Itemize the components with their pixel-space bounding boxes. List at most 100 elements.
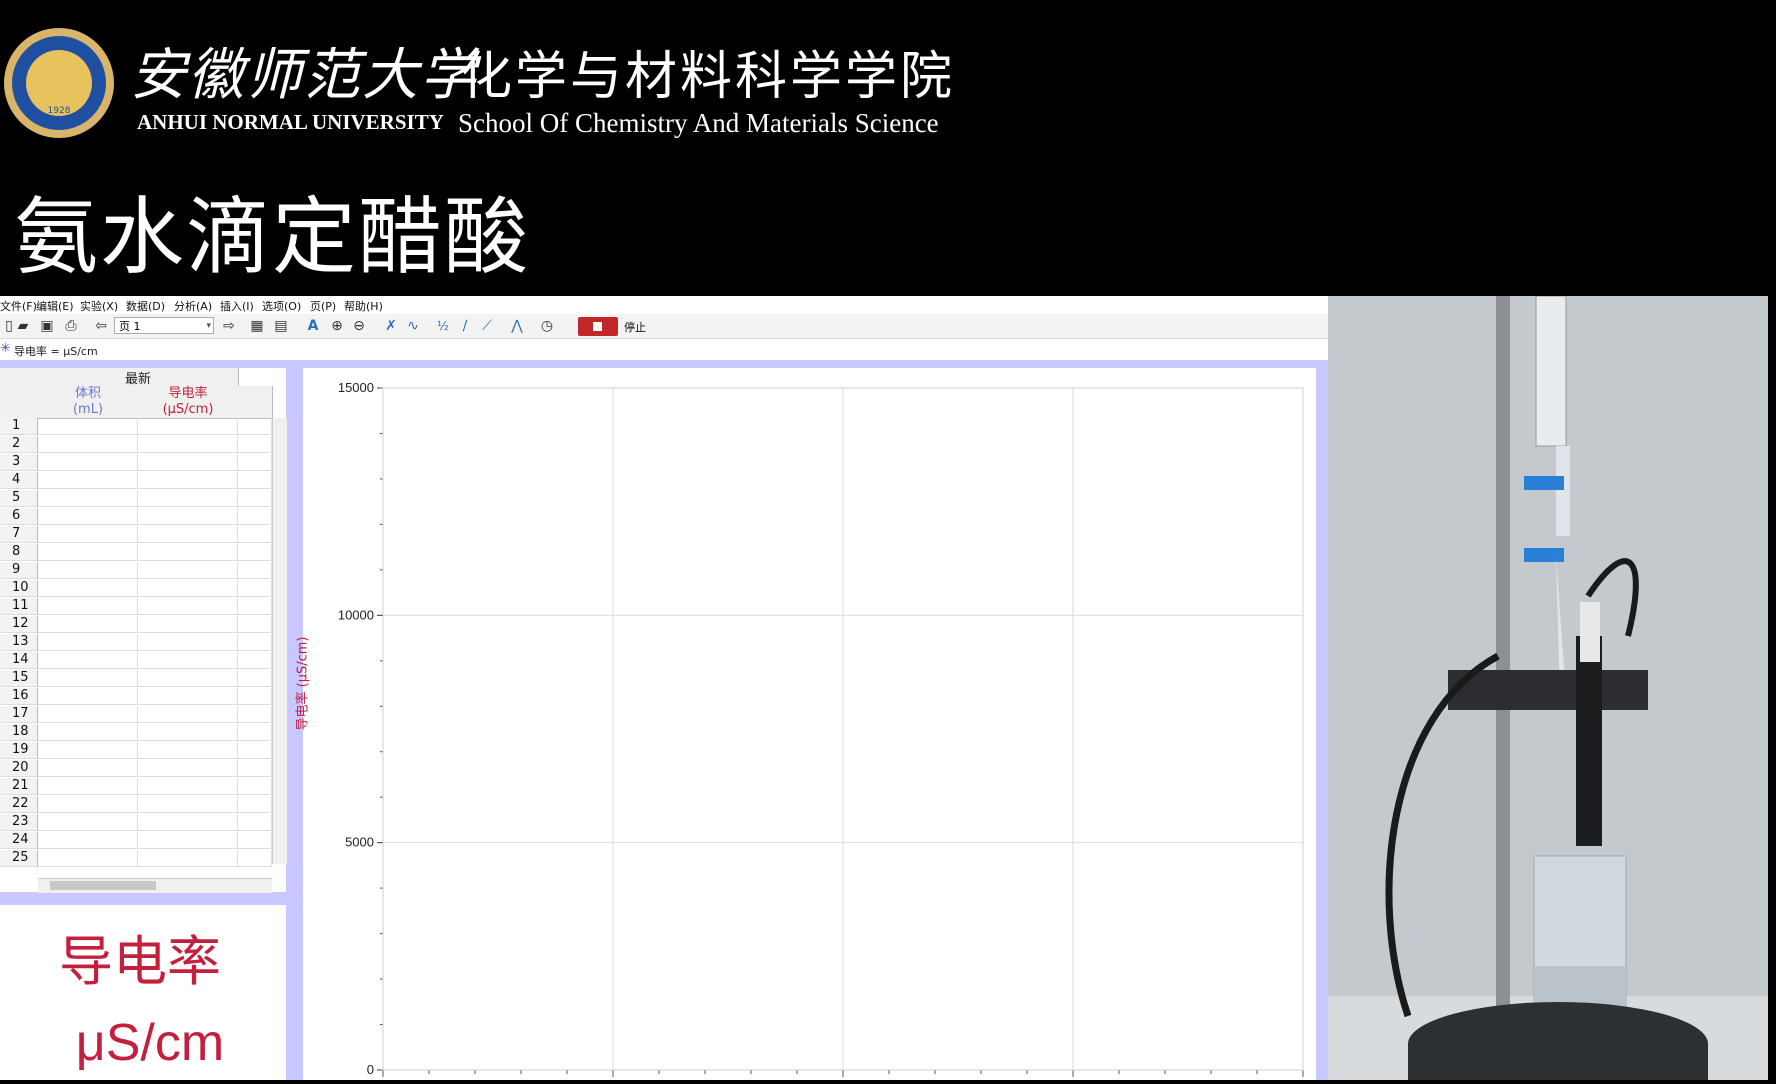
table-cell[interactable] <box>38 418 138 435</box>
table-cell[interactable] <box>238 598 272 615</box>
table-cell[interactable] <box>138 508 238 525</box>
table-cell[interactable] <box>238 562 272 579</box>
table-cell[interactable] <box>138 850 238 867</box>
table-cell[interactable] <box>238 796 272 813</box>
table-cell[interactable] <box>138 688 238 705</box>
table-view-icon[interactable]: ▦ <box>248 317 266 335</box>
menu-edit[interactable]: 编辑(E) <box>36 298 74 314</box>
row-number[interactable]: 12 <box>0 616 38 633</box>
table-cell[interactable] <box>38 742 138 759</box>
linear-fit-icon[interactable]: ⟋ <box>478 317 496 335</box>
statistics-icon[interactable]: ∕ <box>456 317 474 335</box>
horizontal-scrollbar[interactable] <box>38 878 272 893</box>
table-cell[interactable] <box>238 526 272 543</box>
table-cell[interactable] <box>138 832 238 849</box>
table-cell[interactable] <box>238 688 272 705</box>
menu-insert[interactable]: 插入(I) <box>220 298 254 314</box>
table-cell[interactable] <box>138 436 238 453</box>
table-cell[interactable] <box>238 742 272 759</box>
table-cell[interactable] <box>238 670 272 687</box>
table-cell[interactable] <box>38 724 138 741</box>
table-cell[interactable] <box>38 508 138 525</box>
table-cell[interactable] <box>138 616 238 633</box>
column-header-volume[interactable]: 体积 (mL) <box>38 386 139 419</box>
table-cell[interactable] <box>238 652 272 669</box>
curve-fit-icon[interactable]: ⋀ <box>508 317 526 335</box>
row-number[interactable]: 18 <box>0 724 38 741</box>
table-cell[interactable] <box>238 814 272 831</box>
row-number[interactable]: 3 <box>0 454 38 471</box>
menu-data[interactable]: 数据(D) <box>126 298 165 314</box>
table-cell[interactable] <box>138 634 238 651</box>
table-cell[interactable] <box>138 526 238 543</box>
table-cell[interactable] <box>38 832 138 849</box>
menu-page[interactable]: 页(P) <box>310 298 336 314</box>
page-select[interactable]: 页 1 ▾ <box>114 317 214 334</box>
table-cell[interactable] <box>138 490 238 507</box>
row-number[interactable]: 7 <box>0 526 38 543</box>
row-number[interactable]: 6 <box>0 508 38 525</box>
table-cell[interactable] <box>238 454 272 471</box>
menu-help[interactable]: 帮助(H) <box>344 298 383 314</box>
table-cell[interactable] <box>138 814 238 831</box>
table-cell[interactable] <box>138 742 238 759</box>
open-folder-icon[interactable]: ▰ <box>14 317 32 335</box>
zoom-out-icon[interactable]: ⊖ <box>350 317 368 335</box>
table-cell[interactable] <box>38 526 138 543</box>
row-number[interactable]: 11 <box>0 598 38 615</box>
row-number[interactable]: 22 <box>0 796 38 813</box>
row-number[interactable]: 24 <box>0 832 38 849</box>
table-cell[interactable] <box>38 814 138 831</box>
integral-icon[interactable]: ½ <box>434 317 452 335</box>
table-cell[interactable] <box>238 634 272 651</box>
table-cell[interactable] <box>38 562 138 579</box>
table-cell[interactable] <box>38 706 138 723</box>
row-number[interactable]: 13 <box>0 634 38 651</box>
graph-area[interactable]: 0 5000 10000 15000 <box>303 368 1316 1080</box>
save-icon[interactable]: ▣ <box>38 317 56 335</box>
page-forward-arrow-icon[interactable]: ⇨ <box>220 317 238 335</box>
table-cell[interactable] <box>138 724 238 741</box>
row-number[interactable]: 14 <box>0 652 38 669</box>
row-number[interactable]: 17 <box>0 706 38 723</box>
row-number[interactable]: 16 <box>0 688 38 705</box>
table-cell[interactable] <box>238 418 272 435</box>
table-cell[interactable] <box>38 616 138 633</box>
row-number[interactable]: 10 <box>0 580 38 597</box>
table-cell[interactable] <box>238 436 272 453</box>
calculator-icon[interactable]: ▤ <box>272 317 290 335</box>
table-cell[interactable] <box>38 778 138 795</box>
stop-button[interactable] <box>578 317 618 336</box>
table-cell[interactable] <box>238 832 272 849</box>
table-cell[interactable] <box>38 490 138 507</box>
autoscale-icon[interactable]: A <box>304 317 322 335</box>
menu-file[interactable]: 文件(F) <box>0 298 37 314</box>
menu-analyze[interactable]: 分析(A) <box>174 298 212 314</box>
table-cell[interactable] <box>38 598 138 615</box>
table-cell[interactable] <box>38 454 138 471</box>
table-cell[interactable] <box>138 598 238 615</box>
row-number[interactable]: 20 <box>0 760 38 777</box>
table-cell[interactable] <box>138 544 238 561</box>
table-cell[interactable] <box>138 562 238 579</box>
table-cell[interactable] <box>138 580 238 597</box>
table-cell[interactable] <box>238 544 272 561</box>
menu-options[interactable]: 选项(O) <box>262 298 301 314</box>
table-cell[interactable] <box>138 454 238 471</box>
row-number[interactable]: 9 <box>0 562 38 579</box>
table-cell[interactable] <box>38 670 138 687</box>
row-number[interactable]: 2 <box>0 436 38 453</box>
vertical-scrollbar[interactable] <box>272 418 287 864</box>
table-cell[interactable] <box>238 472 272 489</box>
table-cell[interactable] <box>138 778 238 795</box>
table-cell[interactable] <box>138 472 238 489</box>
table-cell[interactable] <box>238 616 272 633</box>
table-cell[interactable] <box>238 706 272 723</box>
row-number[interactable]: 15 <box>0 670 38 687</box>
table-cell[interactable] <box>38 436 138 453</box>
column-header-conductivity[interactable]: 导电率 (μS/cm) <box>138 386 239 419</box>
row-number[interactable]: 21 <box>0 778 38 795</box>
row-number[interactable]: 23 <box>0 814 38 831</box>
menu-experiment[interactable]: 实验(X) <box>80 298 118 314</box>
row-number[interactable]: 8 <box>0 544 38 561</box>
